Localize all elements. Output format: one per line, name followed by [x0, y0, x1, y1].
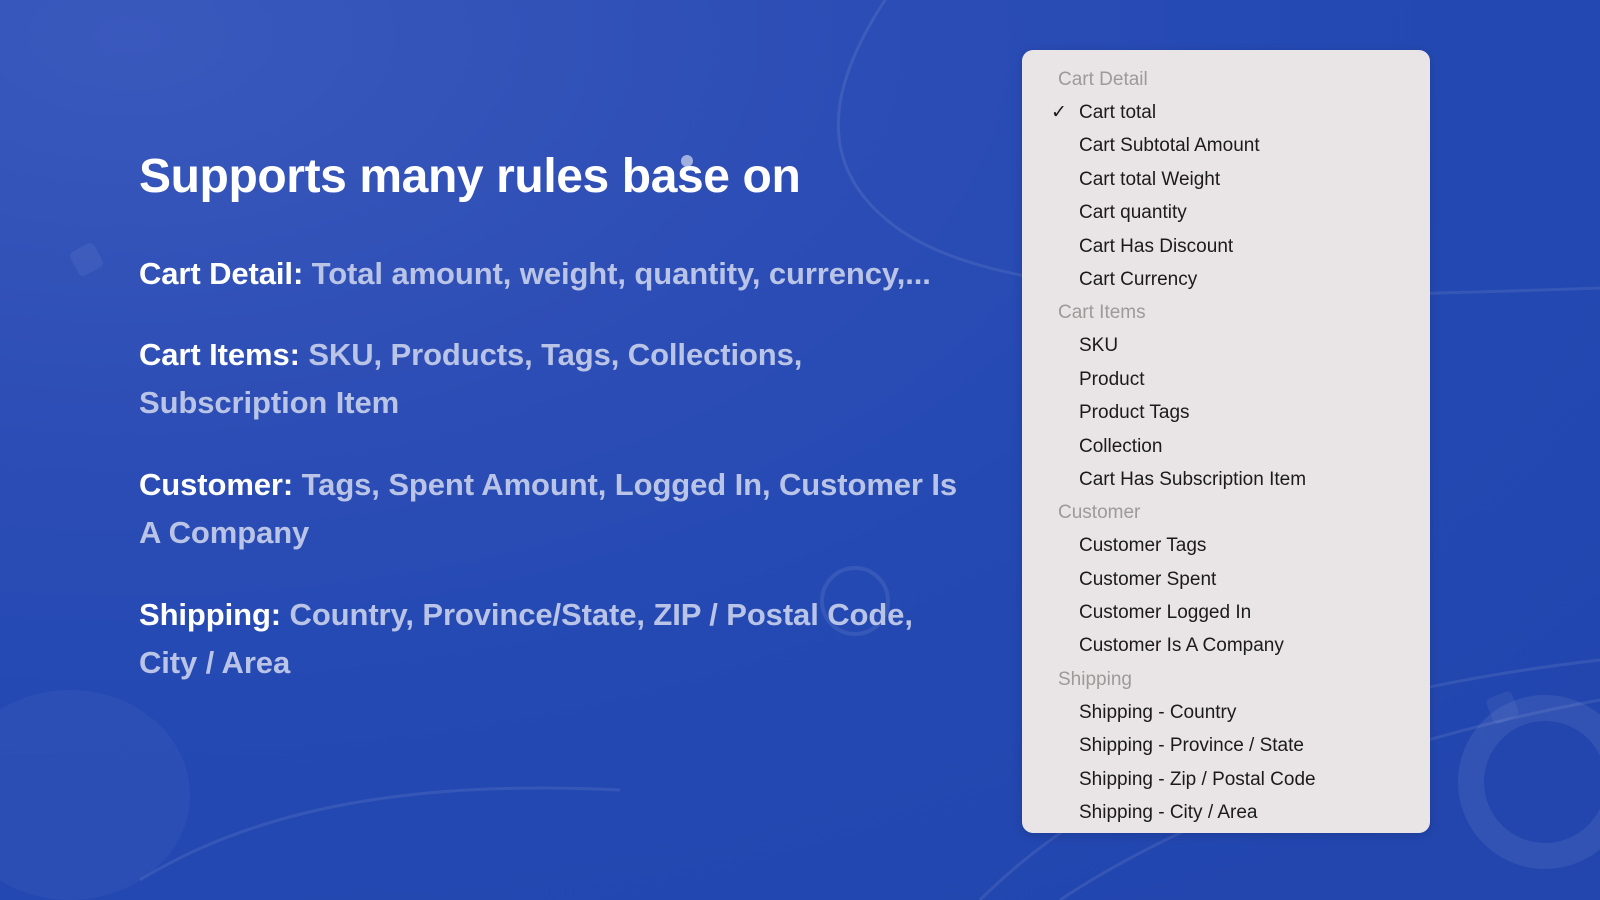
page-title: Supports many rules base on	[139, 150, 801, 203]
slide-canvas: Supports many rules base on Cart Detail:…	[0, 0, 1600, 900]
dropdown-group-label: Cart Items	[1058, 302, 1146, 324]
dropdown-option[interactable]: Cart Has Subscription Item	[1022, 463, 1430, 496]
dropdown-group-label: Customer	[1058, 502, 1141, 524]
dropdown-option-label: Cart Has Discount	[1079, 235, 1234, 257]
dropdown-option-label: Customer Spent	[1079, 568, 1217, 590]
feature-detail-cart-detail: Total amount, weight, quantity, currency…	[303, 255, 931, 291]
slide-content: Supports many rules base on Cart Detail:…	[139, 150, 969, 687]
feature-paragraph-cart-detail: Cart Detail: Total amount, weight, quant…	[139, 250, 969, 298]
dropdown-option[interactable]: Cart Subtotal Amount	[1022, 129, 1430, 162]
dropdown-option[interactable]: Shipping - Province / State	[1022, 729, 1430, 762]
feature-paragraph-customer: Customer: Tags, Spent Amount, Logged In,…	[139, 461, 969, 558]
feature-label-cart-detail: Cart Detail:	[139, 255, 304, 291]
dropdown-option-label: Customer Tags	[1079, 535, 1207, 557]
dropdown-option[interactable]: Shipping - Country	[1022, 696, 1430, 729]
feature-paragraph-cart-items: Cart Items: SKU, Products, Tags, Collect…	[139, 331, 969, 428]
dropdown-option-label: Customer Logged In	[1079, 602, 1252, 624]
dropdown-option[interactable]: Customer Spent	[1022, 563, 1430, 596]
dropdown-option[interactable]: Product Tags	[1022, 396, 1430, 429]
feature-paragraph-shipping: Shipping: Country, Province/State, ZIP /…	[139, 591, 969, 688]
dropdown-option-label: Shipping - Zip / Postal Code	[1079, 768, 1316, 790]
dropdown-option-label: Cart quantity	[1079, 202, 1187, 224]
dropdown-option[interactable]: Shipping - City / Area	[1022, 796, 1430, 829]
dropdown-option-label: Cart total	[1079, 102, 1157, 123]
dropdown-option-label: Shipping - Province / State	[1079, 735, 1304, 757]
dropdown-option[interactable]: Shipping - Zip / Postal Code	[1022, 763, 1430, 796]
rule-type-dropdown-menu[interactable]: Cart Detail ✓ Cart total Cart Subtotal Amou…	[1022, 50, 1430, 833]
dropdown-option-label: Cart Has Subscription Item	[1079, 468, 1307, 490]
dropdown-option-label: Cart total Weight	[1079, 168, 1221, 190]
dropdown-option[interactable]: Cart Has Discount	[1022, 230, 1430, 263]
dropdown-option-label: Product	[1079, 368, 1145, 390]
dropdown-option[interactable]: Customer Tags	[1022, 529, 1430, 562]
check-icon: ✓	[1051, 102, 1067, 123]
dropdown-option-label: Cart Subtotal Amount	[1079, 135, 1260, 157]
dropdown-group-label: Cart Detail	[1058, 69, 1148, 90]
dropdown-option[interactable]: Customer Logged In	[1022, 596, 1430, 629]
dropdown-option-label: Product Tags	[1079, 402, 1190, 424]
dropdown-option[interactable]: Cart Currency	[1022, 263, 1430, 296]
feature-label-shipping: Shipping:	[139, 596, 282, 632]
dropdown-option-label: Customer Is A Company	[1079, 635, 1284, 657]
feature-label-cart-items: Cart Items:	[139, 337, 300, 373]
dropdown-group-label: Shipping	[1058, 668, 1132, 690]
dropdown-option[interactable]: SKU	[1022, 329, 1430, 362]
dropdown-option-label: Collection	[1079, 435, 1163, 457]
dropdown-option-label: SKU	[1079, 335, 1119, 357]
dropdown-option[interactable]: Product	[1022, 363, 1430, 396]
feature-label-customer: Customer:	[139, 466, 294, 502]
dropdown-option[interactable]: Cart quantity	[1022, 196, 1430, 229]
dropdown-option[interactable]: Customer Is A Company	[1022, 629, 1430, 662]
dropdown-option[interactable]: Cart total Weight	[1022, 163, 1430, 196]
dropdown-option-label: Shipping - Country	[1079, 701, 1237, 723]
dropdown-option[interactable]: ✓ Cart total	[1022, 96, 1430, 129]
dropdown-option-label: Shipping - City / Area	[1079, 802, 1258, 824]
dropdown-option-label: Cart Currency	[1079, 268, 1198, 290]
dropdown-option[interactable]: Collection	[1022, 430, 1430, 463]
